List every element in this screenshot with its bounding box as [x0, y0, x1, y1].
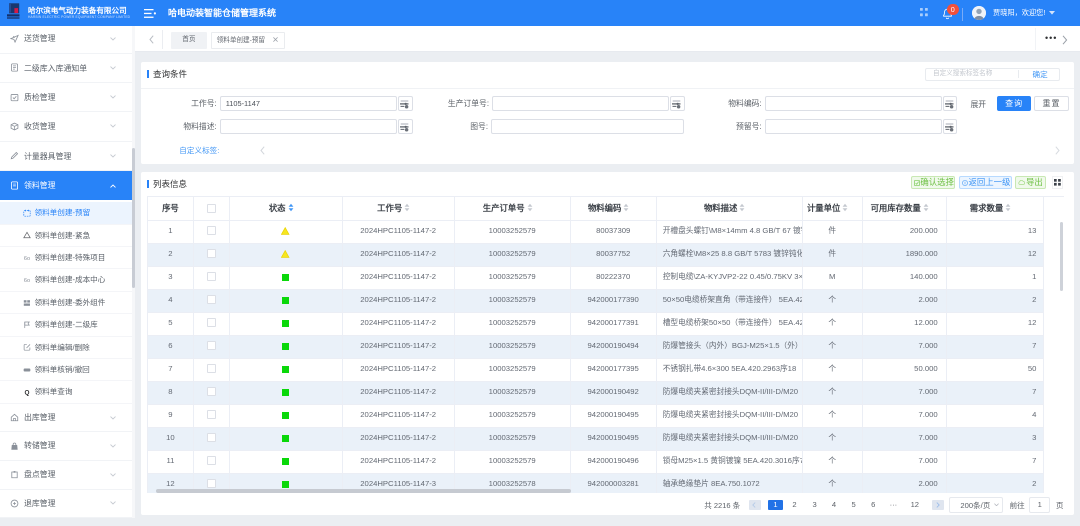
svg-text:6ο: 6ο: [23, 256, 29, 262]
svg-text:6ο: 6ο: [23, 278, 29, 284]
svg-text:Q: Q: [24, 389, 29, 396]
